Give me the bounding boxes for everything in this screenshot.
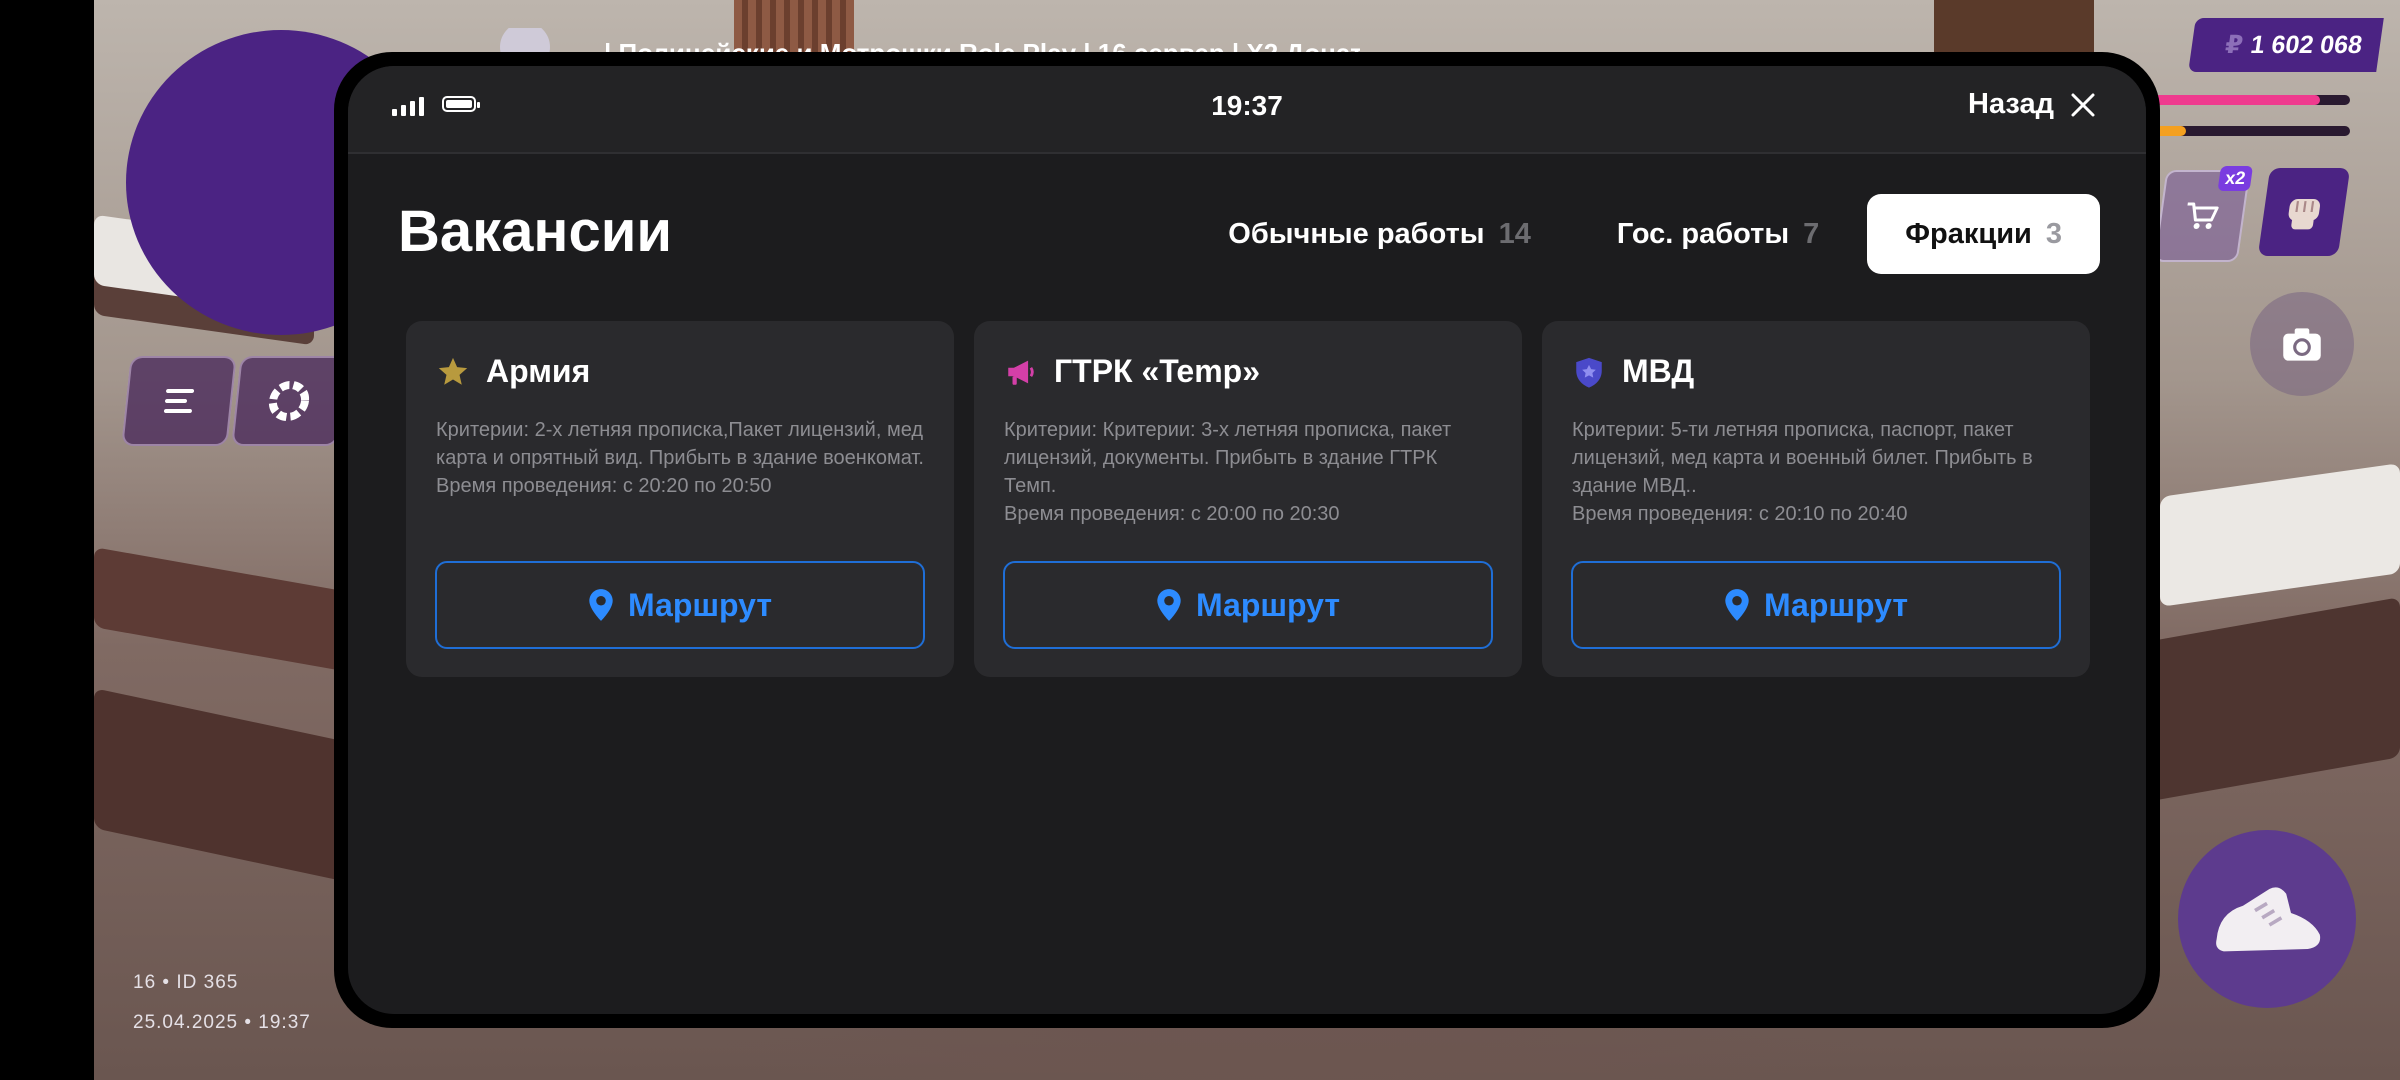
hunger-bar (2150, 126, 2350, 136)
tab-gov-jobs[interactable]: Гос. работы 7 (1579, 194, 1857, 274)
server-info: 16 • ID 365 (133, 972, 239, 993)
map-pin-icon (1157, 589, 1181, 621)
back-label: Назад (1968, 88, 2054, 120)
map-pin-icon (1725, 589, 1749, 621)
shop-button[interactable]: x2 (2153, 166, 2254, 262)
card-time: Время проведения: с 20:00 по 20:30 (1004, 503, 1340, 525)
tab-count: 3 (2045, 217, 2062, 250)
status-time: 19:37 (1211, 90, 1283, 121)
tab-label: Гос. работы (1616, 217, 1790, 250)
tab-count: 7 (1803, 217, 1820, 250)
cart-icon (2187, 202, 2219, 229)
bed (2160, 463, 2400, 607)
tab-count: 14 (1498, 217, 1531, 250)
sprint-button[interactable] (2178, 830, 2356, 1008)
tab-label: Обычные работы (1228, 217, 1485, 250)
phone-frame: 19:37 Назад Вакансии Обычные работы 14 Г… (334, 52, 2160, 1028)
bed (2140, 597, 2400, 803)
card-time: Время проведения: с 20:20 по 20:50 (436, 475, 772, 497)
star-icon (436, 355, 470, 389)
multiplier-badge: x2 (2217, 166, 2254, 191)
health-fill (2150, 95, 2320, 105)
lifebuoy-icon (268, 381, 310, 421)
card-criteria: Критерии: Критерии: 3-х летняя прописка,… (1004, 419, 1452, 497)
fight-button[interactable] (2257, 168, 2351, 256)
menu-button[interactable] (121, 356, 237, 446)
vacancy-card-army: Армия Критерии: 2-х летняя прописка,Паке… (406, 321, 954, 677)
cabinet (1934, 0, 2094, 60)
date-time: 25.04.2025 • 19:37 (133, 1012, 311, 1033)
money-display: ₽ 1 602 068 (2188, 18, 2384, 72)
phone-screen: 19:37 Назад Вакансии Обычные работы 14 Г… (348, 66, 2146, 1014)
tab-factions[interactable]: Фракции 3 (1867, 194, 2100, 274)
route-label: Маршрут (627, 586, 773, 623)
health-bar (2150, 95, 2350, 105)
bed (94, 547, 354, 673)
route-button[interactable]: Маршрут (1571, 561, 2061, 649)
camera-rotate-icon (2283, 328, 2321, 361)
card-criteria: Критерии: 2-х летняя прописка,Пакет лице… (436, 419, 924, 469)
money-amount: 1 602 068 (2248, 30, 2365, 59)
fist-icon (2288, 199, 2321, 230)
currency-icon: ₽ (2223, 31, 2245, 59)
vacancy-card-mvd: МВД Критерии: 5-ти летняя прописка, пасп… (1542, 321, 2090, 677)
menu-icon (163, 389, 195, 413)
card-title: ГТРК «Temp» (1054, 353, 1261, 389)
vacancy-list: Армия Критерии: 2-х летняя прописка,Паке… (406, 321, 2090, 677)
card-time: Время проведения: с 20:10 по 20:40 (1572, 503, 1908, 525)
map-pin-icon (589, 589, 613, 621)
shield-icon (1572, 355, 1606, 389)
sneaker-icon (2216, 887, 2321, 952)
route-button[interactable]: Маршрут (435, 561, 925, 649)
tab-label: Фракции (1905, 217, 2032, 250)
card-title: МВД (1622, 353, 1695, 389)
status-bar: 19:37 Назад (348, 66, 2146, 154)
tab-bar: Обычные работы 14 Гос. работы 7 Фракции … (1190, 194, 2100, 274)
close-icon (2071, 93, 2095, 116)
vacancy-card-gtrk: ГТРК «Temp» Критерии: Критерии: 3-х летн… (974, 321, 1522, 677)
route-label: Маршрут (1763, 586, 1909, 623)
back-button[interactable]: Назад (1968, 88, 2096, 121)
camera-switch-button[interactable] (2250, 292, 2354, 396)
route-label: Маршрут (1195, 586, 1341, 623)
card-title: Армия (486, 353, 591, 389)
tab-regular-jobs[interactable]: Обычные работы 14 (1190, 194, 1569, 274)
card-criteria: Критерии: 5-ти летняя прописка, паспорт,… (1572, 419, 2033, 497)
lifebuoy-button[interactable] (231, 356, 347, 446)
megaphone-icon (1004, 355, 1038, 389)
page-title: Вакансии (398, 199, 673, 264)
route-button[interactable]: Маршрут (1003, 561, 1493, 649)
